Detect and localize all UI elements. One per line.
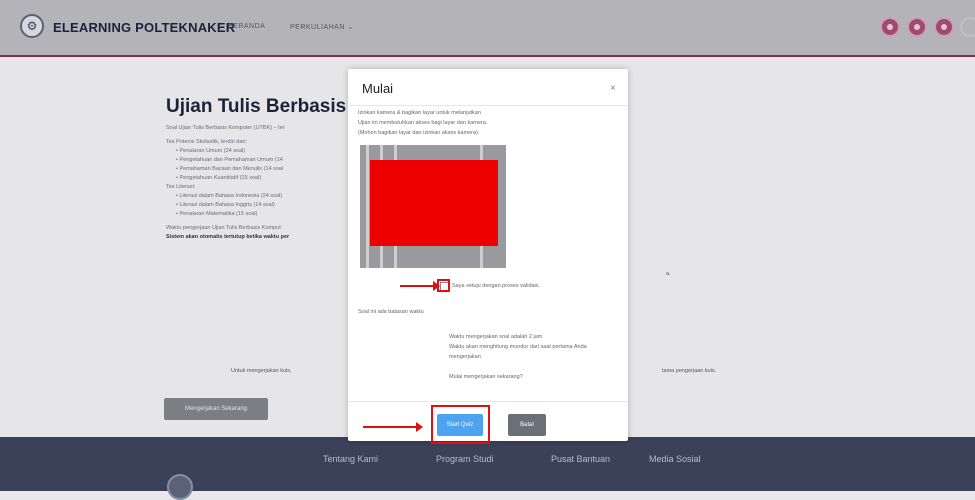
close-icon[interactable]: ×: [610, 83, 616, 94]
menu-icon[interactable]: [960, 17, 975, 37]
nav-home-link[interactable]: BERANDA: [228, 23, 265, 30]
user-avatar-icon[interactable]: [934, 17, 954, 37]
annotation-arrow-checkbox: [400, 281, 440, 291]
camera-preview: [360, 145, 506, 268]
countdown-text: Waktu akan menghitung mundur dari saat p…: [449, 344, 587, 350]
top-navbar: ⚙ ELEARNING POLTEKNAKER BERANDA PERKULIA…: [0, 0, 975, 57]
footer-link-social[interactable]: Media Sosial: [649, 454, 701, 464]
auto-close-note: Sistem akan otomatis tertutup ketika wak…: [166, 234, 290, 240]
intro-text: Soal Ujian Tulis Berbasis Komputer (UTBK…: [166, 125, 285, 131]
modal-header: Mulai ×: [348, 69, 628, 106]
list-item: • Pengetahuan Kuantitatif (15 soal): [176, 175, 262, 181]
nav-courses-dropdown[interactable]: PERKULIAHAN ⌄: [290, 23, 354, 31]
start-quiz-modal: Mulai × Izinkan kamera & bagikan layar u…: [348, 69, 628, 444]
confirm-text: Mulai mengerjakan sekarang?: [449, 374, 523, 380]
notification-icon[interactable]: [880, 17, 900, 37]
section1-title: Tes Potensi Skolastik, terdiri dari:: [166, 139, 248, 145]
annotation-arrow-start: [363, 422, 423, 432]
list-item: • Literasi dalam Bahasa Inggris (14 soal…: [176, 202, 275, 208]
list-item: • Penalaran Matematika (15 soal): [176, 211, 258, 217]
permission-note: (Mohon bagikan layar dan izinkan akses k…: [358, 130, 480, 136]
footer: Tentang Kami Program Studi Pusat Bantuan…: [0, 437, 975, 500]
list-item: • Penalaran Umum (24 soal): [176, 148, 246, 154]
list-item: • Pemahaman Bacaan dan Menulis (14 soal: [176, 166, 284, 172]
side-note-mid: a.: [666, 271, 671, 277]
brand-title[interactable]: ELEARNING POLTEKNAKER: [53, 20, 235, 35]
quiz-instruction-left: Untuk mengerjakan kuis,: [231, 368, 292, 374]
footer-link-program[interactable]: Program Studi: [436, 454, 494, 464]
countdown-text-cont: mengerjakan: [449, 354, 481, 360]
permission-heading: Izinkan kamera & bagikan layar untuk mel…: [358, 110, 481, 116]
agree-checkbox-label: Saya setuju dengan proses validasi.: [452, 283, 541, 289]
message-icon[interactable]: [907, 17, 927, 37]
redacted-camera-block: [370, 160, 498, 246]
list-item: • Literasi dalam Bahasa Indonesia (24 so…: [176, 193, 283, 199]
modal-title: Mulai: [362, 81, 394, 96]
quiz-instruction-right: tama pengerjaan kuis.: [662, 368, 717, 374]
modal-divider: [348, 401, 628, 402]
do-quiz-button[interactable]: Mengerjakan Sekarang: [164, 398, 268, 420]
footer-link-help[interactable]: Pusat Bantuan: [551, 454, 610, 464]
permission-text: Ujian ini membutuhkan akses bagi layar d…: [358, 120, 488, 126]
time-note: Waktu pengerjaan Ujian Tulis Berbasis Ko…: [166, 225, 281, 231]
start-button-annotation-box: [431, 405, 490, 444]
section2-title: Tes Literasi:: [166, 184, 196, 190]
logo-icon[interactable]: ⚙: [20, 14, 44, 38]
footer-logo-icon: [167, 474, 193, 500]
cancel-button[interactable]: Batal: [508, 414, 546, 436]
footer-link-about[interactable]: Tentang Kami: [323, 454, 378, 464]
time-limit-text: Soal ini ada batasan waktu: [358, 309, 424, 315]
duration-text: Waktu mengerjakan soal adalah 2 jam: [449, 334, 543, 340]
list-item: • Pengetahuan dan Pemahaman Umum (14: [176, 157, 283, 163]
